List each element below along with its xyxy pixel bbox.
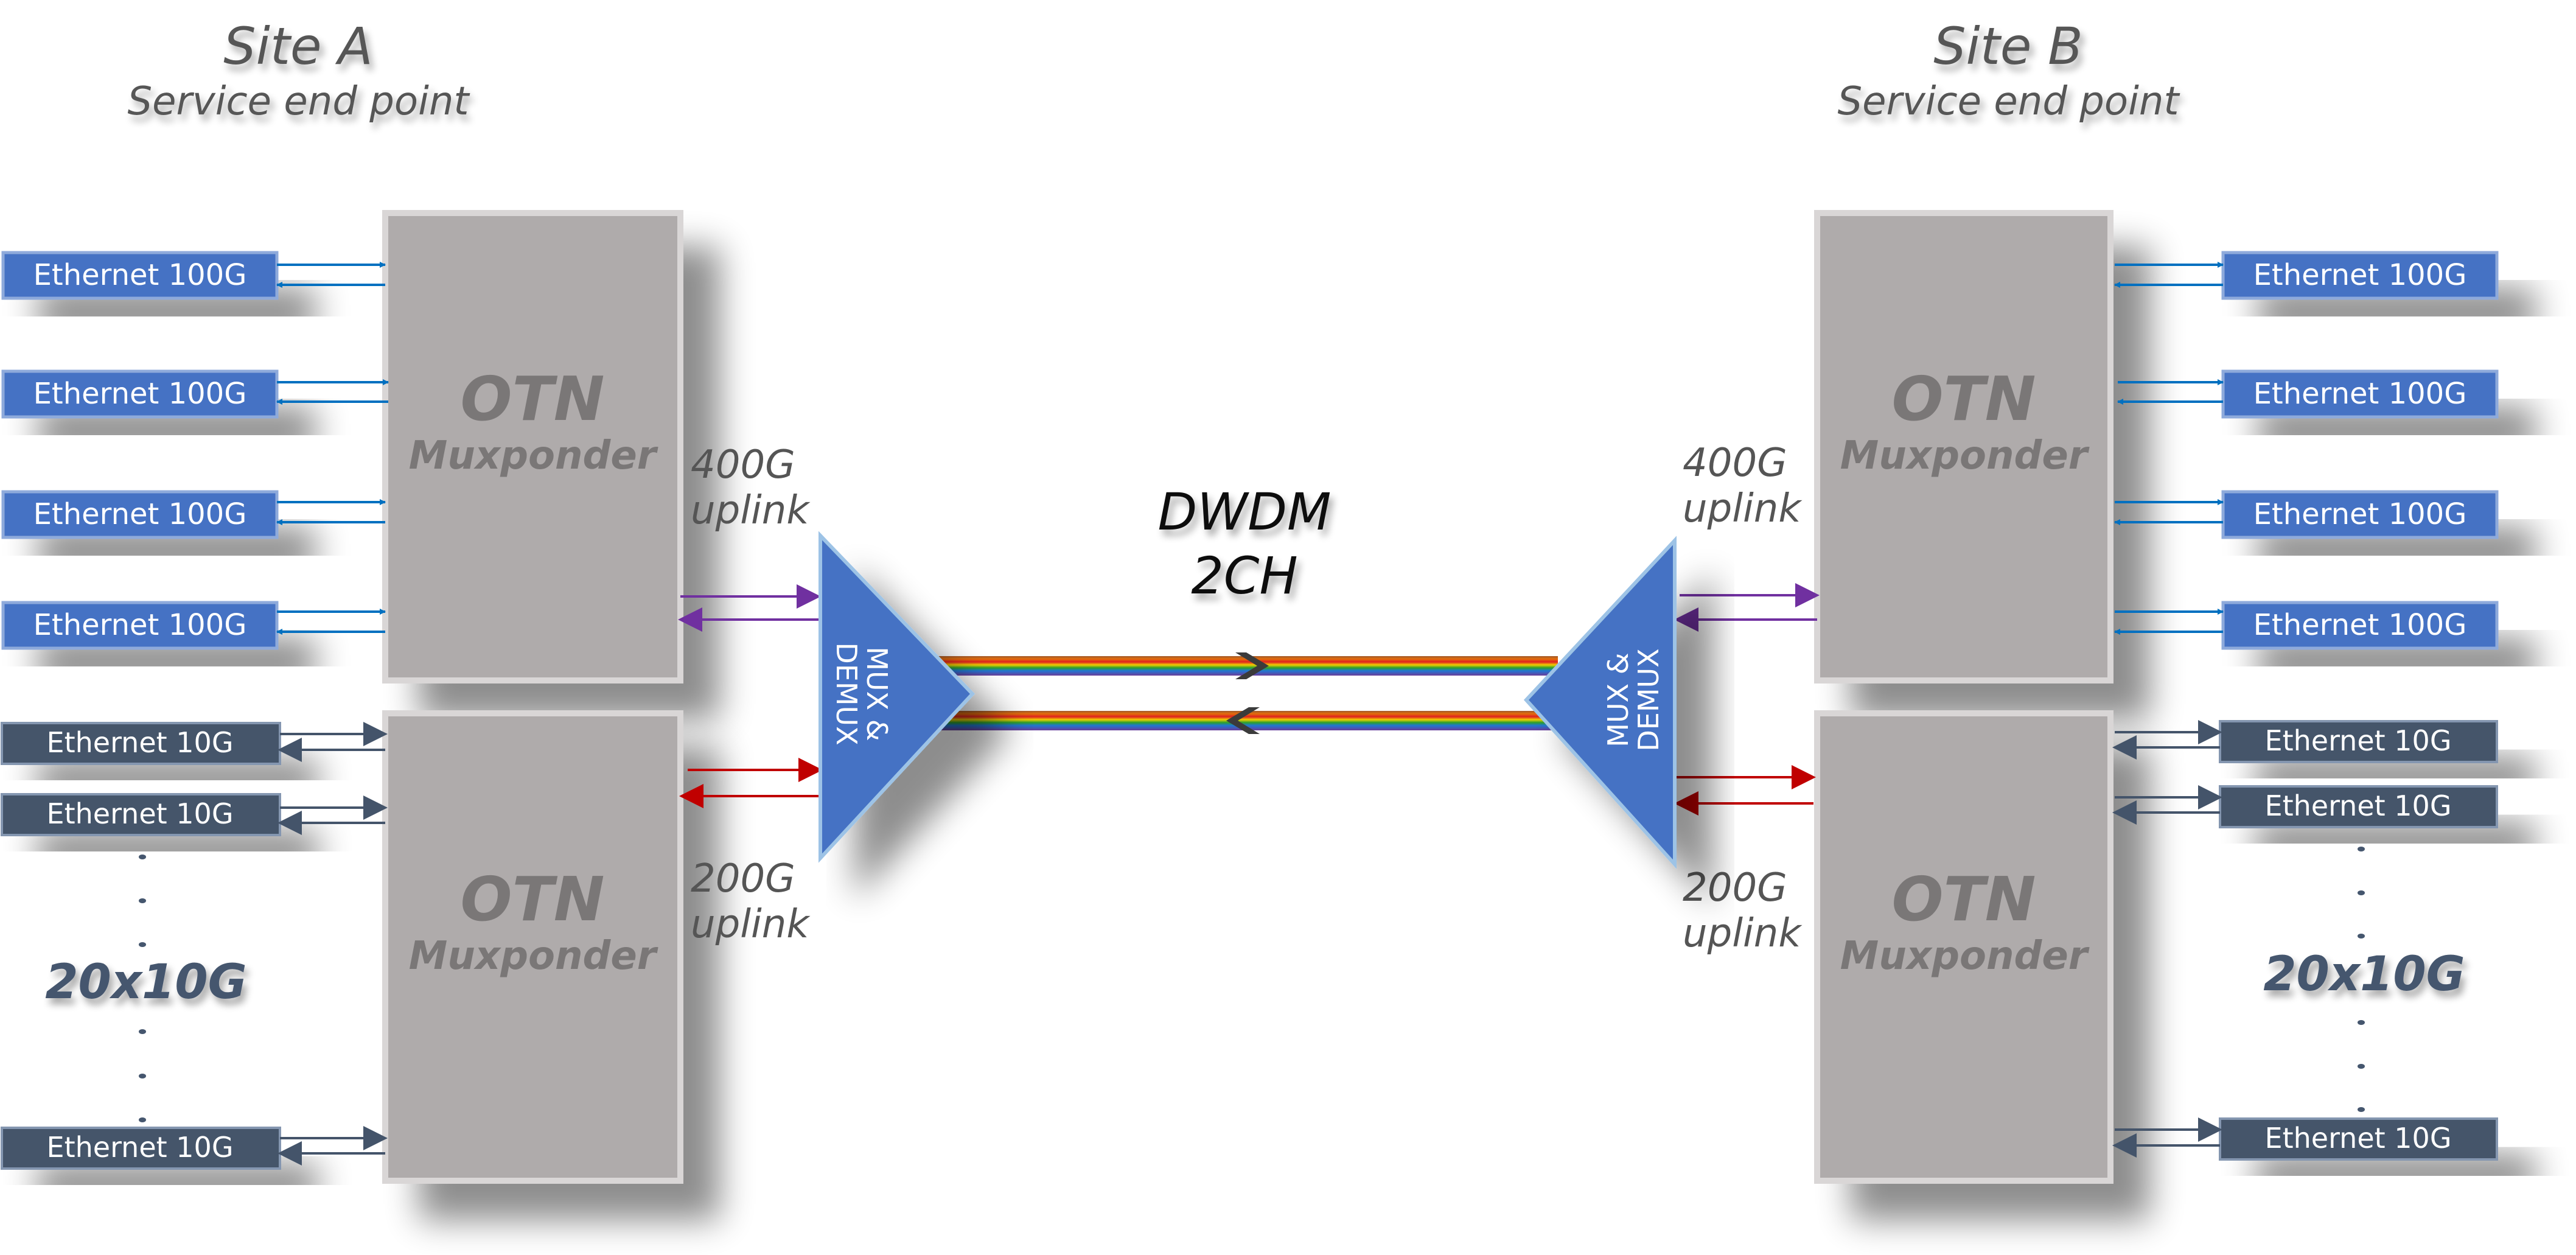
site-b-subtitle: Service end point [1838, 79, 2181, 124]
ethernet-100g-port: Ethernet 100G [2117, 369, 2499, 419]
port-label: Ethernet 100G [2253, 608, 2467, 642]
muxponder-label: Muxponder [1840, 433, 2090, 478]
svg-text:200G: 200G [691, 856, 795, 901]
site-b-otn-muxponder-top: OTN Muxponder [1814, 210, 2114, 683]
client-count-label: 20x10G [2263, 947, 2465, 1002]
site-b-otn-muxponder-bottom: OTN Muxponder [1814, 710, 2114, 1184]
svg-text:DEMUX: DEMUX [830, 642, 863, 745]
port-label: Ethernet 10G [2265, 1122, 2452, 1155]
svg-text:uplink: uplink [1683, 486, 1803, 531]
port-label: Ethernet 100G [33, 258, 247, 292]
svg-text:DEMUX: DEMUX [1632, 648, 1665, 751]
ethernet-100g-port: Ethernet 100G [1, 369, 389, 419]
muxponder-label: Muxponder [409, 934, 658, 979]
fiber-link-east [937, 652, 1558, 679]
ethernet-10g-port: Ethernet 10G [2112, 720, 2498, 763]
ethernet-100g-port: Ethernet 100G [2114, 251, 2499, 300]
port-label: Ethernet 10G [47, 797, 234, 830]
dwdm-label: DWDM 2CH [1158, 482, 1332, 606]
port-label: Ethernet 10G [47, 1131, 234, 1164]
site-a-400g-uplink-label: 400G uplink [691, 442, 811, 533]
ethernet-100g-port: Ethernet 100G [1, 251, 386, 300]
otn-label: OTN [1892, 363, 2036, 435]
client-count-label: 20x10G [45, 955, 246, 1010]
svg-text:400G: 400G [691, 442, 795, 488]
otn-label: OTN [1892, 864, 2036, 935]
site-b-200g-uplink-label: 200G uplink [1683, 865, 1803, 956]
port-label: Ethernet 10G [2265, 724, 2452, 757]
otn-label: OTN [461, 363, 605, 435]
ethernet-10g-port: Ethernet 10G [2112, 1117, 2498, 1161]
site-a-header: Site A Service end point [128, 16, 471, 124]
dwdm-network-diagram: Site A Service end point Site B Service … [1, 16, 2499, 1184]
site-b-ethernet-100g-ports: Ethernet 100G Ethernet 100G Ethernet 100… [2114, 251, 2499, 650]
site-b-mux-demux: MUX & DEMUX [1523, 536, 1677, 869]
site-b-400g-uplink-label: 400G uplink [1683, 441, 1803, 531]
port-label: Ethernet 10G [47, 726, 234, 759]
svg-text:uplink: uplink [691, 488, 811, 533]
svg-text:uplink: uplink [1683, 911, 1803, 956]
site-a-subtitle: Service end point [128, 79, 471, 124]
fiber-link-west [940, 707, 1561, 734]
ethernet-100g-port: Ethernet 100G [2114, 601, 2499, 650]
muxponder-label: Muxponder [409, 433, 658, 478]
site-b-uplink-arrows [1674, 583, 1820, 816]
svg-text:2CH: 2CH [1191, 546, 1297, 606]
port-label: Ethernet 100G [33, 377, 247, 411]
port-label: Ethernet 100G [2253, 497, 2467, 531]
port-label: Ethernet 10G [2265, 789, 2452, 822]
site-a-ethernet-10g-ports: Ethernet 10G Ethernet 10G 20x10G Etherne… [1, 722, 388, 1170]
site-a-title: Site A [223, 16, 372, 76]
site-a-uplink-arrows [678, 584, 823, 808]
ethernet-100g-port: Ethernet 100G [2114, 490, 2499, 539]
ethernet-100g-port: Ethernet 100G [1, 490, 386, 539]
port-label: Ethernet 100G [33, 608, 247, 642]
site-b-header: Site B Service end point [1838, 16, 2181, 124]
port-label: Ethernet 100G [33, 497, 247, 531]
port-label: Ethernet 100G [2253, 377, 2467, 411]
ethernet-10g-port: Ethernet 10G [1, 722, 388, 765]
ethernet-10g-port: Ethernet 10G [2112, 785, 2498, 828]
ethernet-100g-port: Ethernet 100G [1, 601, 386, 650]
port-label: Ethernet 100G [2253, 258, 2467, 292]
svg-text:200G: 200G [1683, 865, 1787, 911]
svg-text:uplink: uplink [691, 902, 811, 947]
svg-text:MUX &: MUX & [860, 646, 893, 741]
site-a-mux-demux: MUX & DEMUX [819, 531, 976, 863]
site-a-otn-muxponder-top: OTN Muxponder [382, 210, 683, 683]
svg-text:DWDM: DWDM [1158, 482, 1332, 542]
site-a-otn-muxponder-bottom: OTN Muxponder [382, 710, 683, 1184]
site-a-ethernet-100g-ports: Ethernet 100G Ethernet 100G Ethernet 100… [1, 251, 389, 650]
svg-text:MUX &: MUX & [1602, 652, 1635, 747]
muxponder-label: Muxponder [1840, 934, 2090, 979]
otn-label: OTN [461, 864, 605, 935]
site-b-title: Site B [1933, 16, 2083, 76]
ethernet-10g-port: Ethernet 10G [1, 793, 388, 836]
site-b-ethernet-10g-ports: Ethernet 10G Ethernet 10G 20x10G Etherne… [2112, 720, 2498, 1161]
svg-text:400G: 400G [1683, 441, 1787, 486]
site-a-200g-uplink-label: 200G uplink [691, 856, 811, 947]
ethernet-10g-port: Ethernet 10G [1, 1126, 388, 1170]
